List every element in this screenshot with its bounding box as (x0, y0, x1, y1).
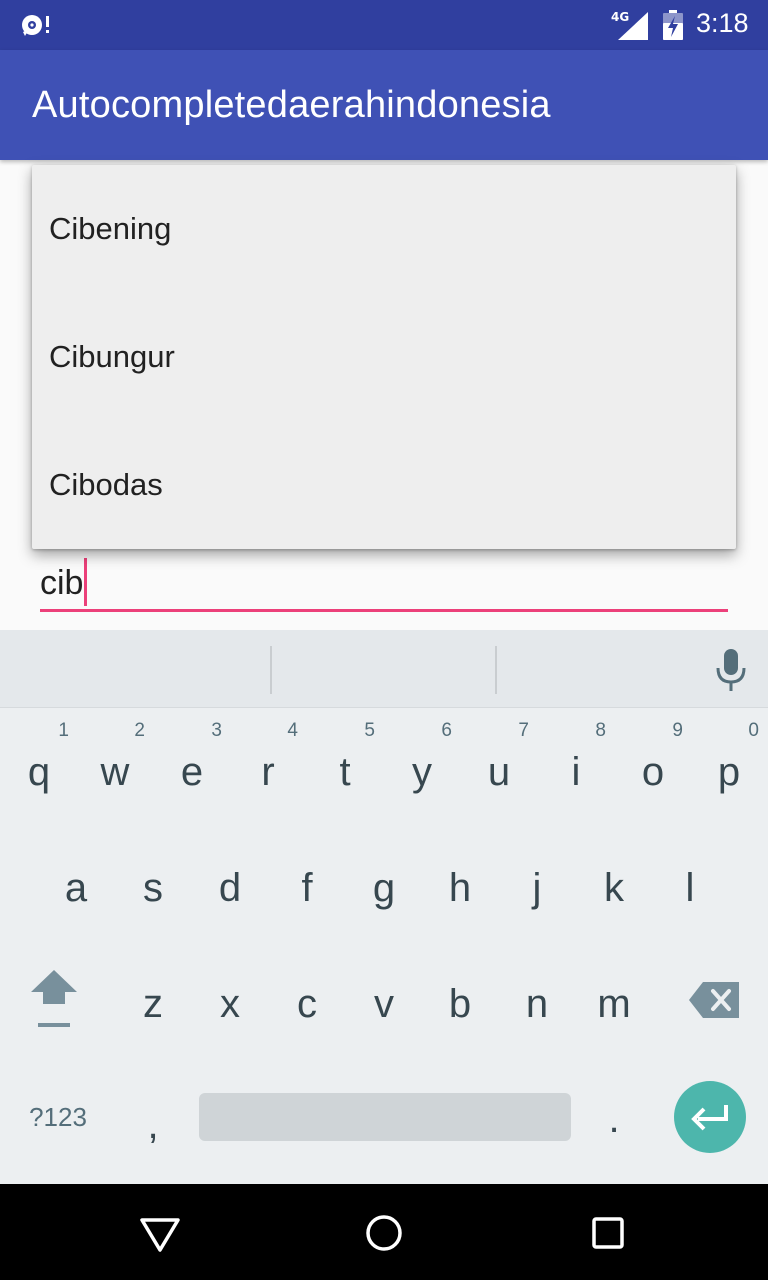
key-r[interactable]: 4r (230, 718, 306, 818)
key-n[interactable]: n (499, 950, 575, 1050)
microphone-icon[interactable] (714, 648, 748, 692)
key-g[interactable]: g (346, 834, 422, 934)
key-j[interactable]: j (499, 834, 575, 934)
autocomplete-dropdown: Cibening Cibungur Cibodas (32, 165, 736, 549)
key-label: p (717, 749, 741, 794)
key-y[interactable]: 6y (384, 718, 460, 818)
autocomplete-input[interactable]: cib (40, 558, 728, 614)
key-w[interactable]: 2w (77, 718, 153, 818)
enter-key[interactable] (674, 1081, 746, 1153)
key-d[interactable]: d (192, 834, 268, 934)
key-o[interactable]: 9o (615, 718, 691, 818)
key-hint: 9 (672, 720, 683, 741)
key-l[interactable]: l (652, 834, 728, 934)
signal-icon (618, 12, 648, 40)
key-label: j (532, 865, 542, 910)
key-label: s (143, 865, 163, 910)
key-hint: 1 (58, 720, 69, 741)
key-hint: 5 (364, 720, 375, 741)
key-label: l (685, 865, 695, 910)
recents-icon[interactable] (587, 1212, 629, 1254)
key-i[interactable]: 8i (538, 718, 614, 818)
symbols-key[interactable]: ?123 (12, 1067, 104, 1167)
status-bar: 4G 3:18 (0, 0, 768, 50)
suggestion-divider (495, 646, 497, 694)
key-b[interactable]: b (422, 950, 498, 1050)
period-key[interactable]: . (576, 1067, 652, 1167)
key-label: k (604, 865, 624, 910)
key-e[interactable]: 3e (154, 718, 230, 818)
key-label: g (372, 865, 396, 910)
backspace-icon (689, 982, 739, 1018)
key-f[interactable]: f (269, 834, 345, 934)
battery-charging-icon (663, 10, 683, 40)
key-s[interactable]: s (115, 834, 191, 934)
comma-key[interactable]: , (115, 1067, 191, 1167)
key-label: m (597, 981, 631, 1026)
clock: 3:18 (696, 8, 749, 38)
key-c[interactable]: c (269, 950, 345, 1050)
key-hint: 3 (211, 720, 222, 741)
key-label: ?123 (29, 1101, 87, 1132)
input-value: cib (40, 564, 84, 602)
enter-icon (691, 1105, 728, 1131)
suggestion-item[interactable]: Cibungur (32, 293, 736, 421)
key-label: o (641, 749, 665, 794)
suggestion-strip (0, 630, 768, 708)
app-title: Autocompletedaerahindonesia (32, 84, 551, 126)
key-label: d (218, 865, 242, 910)
key-label: i (571, 749, 581, 794)
key-label: u (487, 749, 511, 794)
key-u[interactable]: 7u (461, 718, 537, 818)
key-label: t (339, 749, 351, 794)
soft-keyboard: 1q 2w 3e 4r 5t 6y 7u 8i 9o 0p a s d f g … (0, 630, 768, 1184)
key-a[interactable]: a (38, 834, 114, 934)
key-label: h (448, 865, 472, 910)
back-icon[interactable] (139, 1212, 181, 1254)
key-t[interactable]: 5t (307, 718, 383, 818)
backspace-key[interactable] (676, 950, 752, 1050)
key-label: r (261, 749, 275, 794)
key-hint: 0 (748, 720, 759, 741)
navigation-bar (0, 1184, 768, 1280)
shift-icon (31, 970, 77, 1027)
key-label: . (608, 1096, 620, 1141)
key-h[interactable]: h (422, 834, 498, 934)
suggestion-divider (270, 646, 272, 694)
key-label: n (525, 981, 549, 1026)
key-hint: 6 (441, 720, 452, 741)
key-label: b (448, 981, 472, 1026)
key-hint: 7 (518, 720, 529, 741)
key-hint: 8 (595, 720, 606, 741)
key-k[interactable]: k (576, 834, 652, 934)
key-hint: 4 (287, 720, 298, 741)
key-v[interactable]: v (346, 950, 422, 1050)
key-p[interactable]: 0p (691, 718, 767, 818)
key-z[interactable]: z (115, 950, 191, 1050)
key-label: z (143, 981, 163, 1026)
key-label: v (374, 981, 394, 1026)
key-m[interactable]: m (576, 950, 652, 1050)
key-label: w (100, 749, 130, 794)
key-label: y (412, 749, 432, 794)
key-q[interactable]: 1q (1, 718, 77, 818)
suggestion-item[interactable]: Cibodas (32, 421, 736, 549)
key-label: q (27, 749, 51, 794)
space-bar[interactable] (199, 1093, 571, 1141)
suggestion-item[interactable]: Cibening (32, 165, 736, 293)
key-x[interactable]: x (192, 950, 268, 1050)
key-label: , (147, 1102, 159, 1147)
home-icon[interactable] (363, 1212, 405, 1254)
text-cursor (84, 558, 87, 606)
key-label: x (220, 981, 240, 1026)
input-underline (40, 609, 728, 612)
key-label: f (301, 865, 313, 910)
shift-key[interactable] (14, 950, 94, 1050)
key-label: a (64, 865, 88, 910)
app-toolbar: Autocompletedaerahindonesia (0, 50, 768, 160)
key-label: c (297, 981, 317, 1026)
key-label: e (180, 749, 204, 794)
sync-alert-icon (22, 15, 49, 36)
key-hint: 2 (134, 720, 145, 741)
